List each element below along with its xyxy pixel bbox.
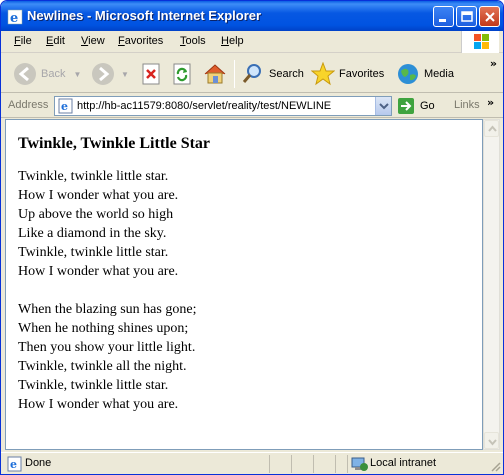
svg-text:e: e [10,458,17,471]
menu-bar: File Edit View Favorites Tools Help [1,31,503,53]
favorites-star-icon [311,62,335,86]
forward-arrow-icon [92,63,114,85]
go-button[interactable]: Go [397,97,435,115]
close-button[interactable] [479,6,500,27]
go-arrow-icon [398,98,414,114]
scroll-down-arrow-icon [488,439,497,446]
address-url[interactable]: http://hb-ac11579:8080/servlet/reality/t… [77,100,331,112]
forward-button[interactable]: ▼ [91,58,129,90]
poem-line: When the blazing sun has gone; [18,302,197,317]
address-bar: Address e http://hb-ac11579:8080/servlet… [1,94,503,118]
poem-line: Twinkle, twinkle little star. [18,378,169,393]
poem-line: Twinkle, twinkle little star. [18,245,169,260]
favorites-button[interactable]: Favorites [311,58,384,90]
media-label: Media [424,68,454,80]
chevron-down-icon [379,103,389,110]
poem-line: Like a diamond in the sky. [18,226,167,241]
poem-line: How I wonder what you are. [18,188,179,203]
links-chevron[interactable]: » [487,96,494,109]
resize-grip-icon[interactable] [489,460,501,472]
poem-line: When he nothing shines upon; [18,321,189,336]
search-label: Search [269,68,304,80]
back-label: Back [41,68,66,80]
back-arrow-icon [14,63,36,85]
stanza-1: Twinkle, twinkle little star. How I wond… [18,167,210,281]
stop-icon [142,63,160,85]
status-divider [269,455,270,473]
scroll-up-button[interactable] [484,120,499,137]
toolbar-more-chevron[interactable]: » [490,57,497,70]
stop-button[interactable] [141,58,163,90]
security-zone-label: Local intranet [370,457,437,469]
media-globe-icon [398,64,418,84]
page-icon: e [58,98,73,114]
title-bar[interactable]: e Newlines - Microsoft Internet Explorer [1,1,503,31]
stanza-2: When the blazing sun has gone; When he n… [18,300,210,414]
status-bar: e Done Local intranet [1,452,503,474]
home-icon [204,64,226,84]
status-divider [313,455,314,473]
poem-line: Twinkle, twinkle little star. [18,169,169,184]
page-done-icon: e [7,456,22,472]
menu-tools[interactable]: Tools [180,35,206,47]
search-magnifier-icon [242,64,261,83]
poem-line: Twinkle, twinkle all the night. [18,359,187,374]
address-field[interactable]: e http://hb-ac11579:8080/servlet/reality… [54,96,392,116]
svg-text:e: e [61,100,68,113]
maximize-icon [461,11,473,22]
address-label: Address [8,99,49,111]
vertical-scrollbar[interactable] [483,119,500,450]
browser-window: e Newlines - Microsoft Internet Explorer… [0,0,504,475]
poem-line: How I wonder what you are. [18,264,179,279]
search-button[interactable]: Search [241,58,304,90]
ie-logo-icon: e [7,9,23,25]
menu-favorites[interactable]: Favorites [118,35,163,47]
refresh-button[interactable] [172,58,194,90]
poem-line: Then you show your little light. [18,340,196,355]
home-button[interactable] [202,58,228,90]
forward-dropdown-icon[interactable]: ▼ [121,70,129,79]
scroll-down-button[interactable] [484,432,499,449]
document-body: Twinkle, Twinkle Little Star Twinkle, tw… [18,134,210,433]
back-dropdown-icon[interactable]: ▼ [73,70,81,79]
scroll-up-arrow-icon [488,125,497,132]
back-button[interactable]: Back ▼ [13,58,81,90]
media-button[interactable]: Media [396,58,454,90]
status-divider [291,455,292,473]
svg-text:e: e [10,11,18,25]
standard-toolbar: Back ▼ ▼ Search Favorites Media » [1,54,503,93]
windows-logo [461,31,499,53]
windows-flag-icon [474,34,489,49]
intranet-computer-icon [351,457,368,471]
close-icon [485,12,495,22]
toolbar-separator [234,60,235,88]
page-content: Twinkle, Twinkle Little Star Twinkle, tw… [5,119,483,450]
menu-help[interactable]: Help [221,35,244,47]
menu-file[interactable]: File [14,35,32,47]
favorites-label: Favorites [339,68,385,80]
status-divider [347,455,348,473]
links-label[interactable]: Links [454,99,480,111]
go-label: Go [420,100,435,112]
maximize-button[interactable] [456,6,477,27]
menu-edit[interactable]: Edit [46,35,65,47]
status-divider [335,455,336,473]
refresh-icon [173,63,191,85]
minimize-icon [439,19,446,22]
address-dropdown-button[interactable] [375,97,391,115]
status-text: Done [25,457,52,469]
page-heading: Twinkle, Twinkle Little Star [18,135,211,152]
minimize-button[interactable] [433,6,454,27]
poem-line: Up above the world so high [18,207,174,222]
menu-view[interactable]: View [81,35,105,47]
poem-line: How I wonder what you are. [18,397,179,412]
window-title: Newlines - Microsoft Internet Explorer [27,8,262,23]
